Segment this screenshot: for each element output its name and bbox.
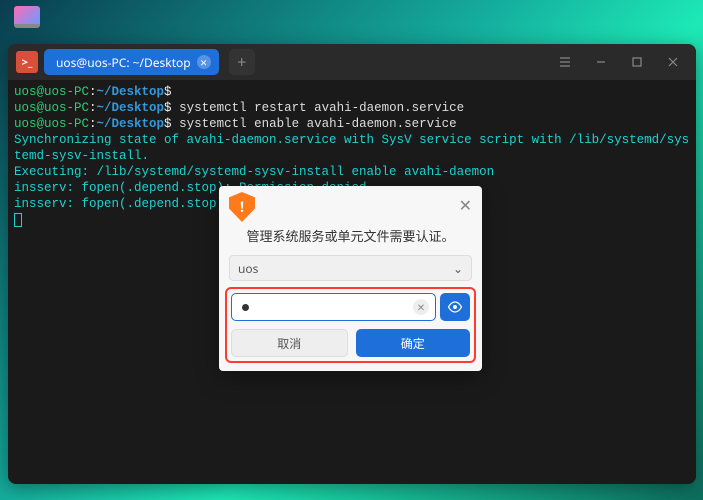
command-restart: systemctl restart avahi-daemon.service [179, 101, 464, 115]
highlight-annotation: ✕ 取消 确定 [225, 287, 476, 363]
minimize-button[interactable] [586, 47, 616, 77]
chevron-down-icon: ⌄ [453, 260, 463, 277]
title-bar: >_ uos@uos-PC: ~/Desktop ✕ + [8, 44, 696, 80]
tab-close-icon[interactable]: ✕ [197, 55, 211, 69]
terminal-tab[interactable]: uos@uos-PC: ~/Desktop ✕ [44, 49, 219, 75]
menu-button[interactable] [550, 47, 580, 77]
user-select[interactable]: uos ⌄ [229, 255, 472, 281]
dialog-close-icon[interactable]: ✕ [459, 194, 472, 216]
eye-icon [447, 301, 463, 313]
output-line: Executing: /lib/systemd/systemd-sysv-ins… [14, 165, 494, 179]
close-button[interactable] [658, 47, 688, 77]
cancel-button[interactable]: 取消 [231, 329, 348, 357]
ok-button[interactable]: 确定 [356, 329, 471, 357]
shield-icon: ! [229, 192, 255, 222]
command-enable: systemctl enable avahi-daemon.service [179, 117, 457, 131]
password-mask-dot [242, 304, 249, 311]
auth-dialog: ! ✕ 管理系统服务或单元文件需要认证。 uos ⌄ ✕ 取消 确定 [219, 186, 482, 371]
cursor [14, 213, 22, 227]
tab-title: uos@uos-PC: ~/Desktop [56, 54, 191, 71]
terminal-app-icon: >_ [16, 51, 38, 73]
password-input[interactable]: ✕ [231, 293, 436, 321]
user-select-value: uos [238, 260, 258, 277]
dialog-title: 管理系统服务或单元文件需要认证。 [219, 224, 482, 255]
maximize-button[interactable] [622, 47, 652, 77]
output-line: Synchronizing state of avahi-daemon.serv… [14, 133, 689, 163]
new-tab-button[interactable]: + [229, 49, 255, 75]
toggle-visibility-button[interactable] [440, 293, 470, 321]
prompt-user: uos@uos-PC [14, 85, 89, 99]
clear-input-icon[interactable]: ✕ [413, 299, 429, 315]
taskbar-app-icon[interactable] [14, 6, 40, 28]
